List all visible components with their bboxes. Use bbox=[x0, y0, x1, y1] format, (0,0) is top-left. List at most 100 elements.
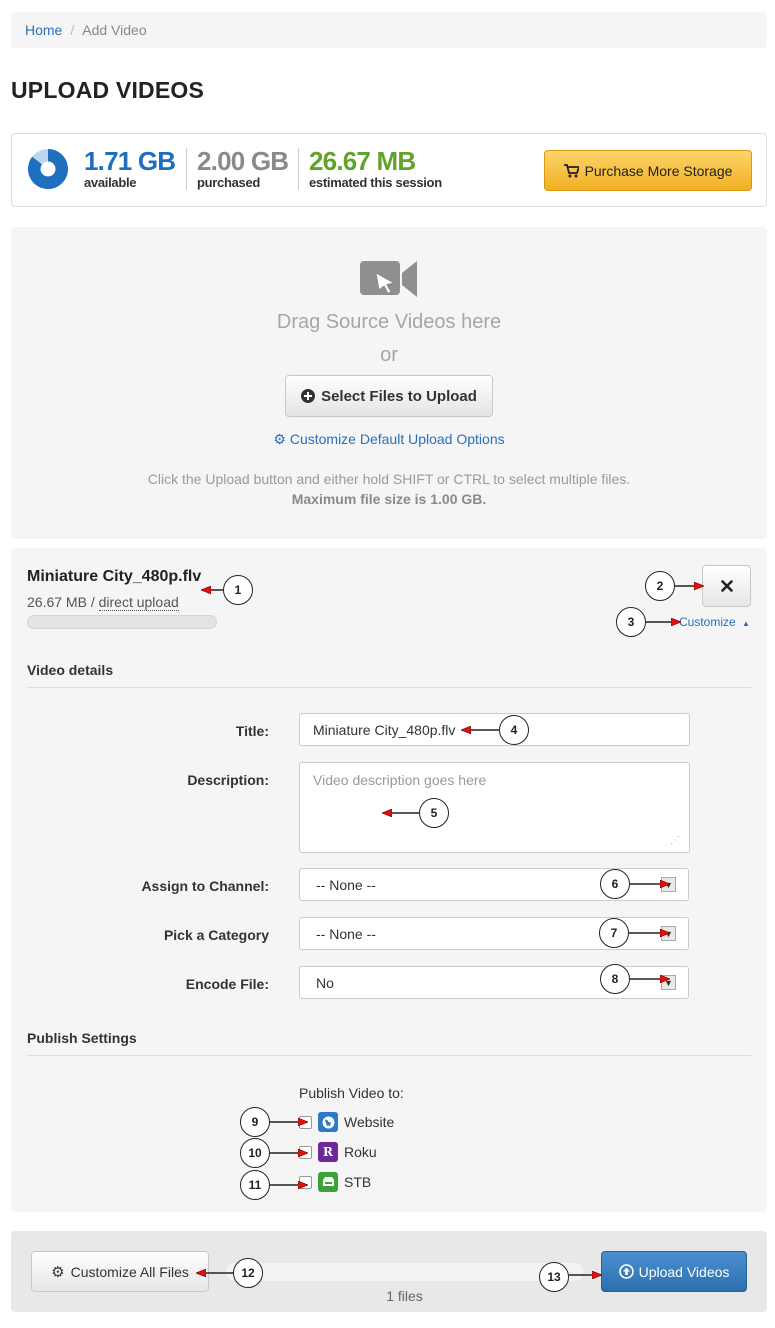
purchased-label: purchased bbox=[197, 175, 261, 190]
callout-2: 2 bbox=[645, 571, 675, 601]
purchase-storage-button[interactable]: Purchase More Storage bbox=[544, 150, 752, 191]
customize-default-options-link[interactable]: ⚙ Customize Default Upload Options bbox=[11, 431, 767, 448]
drag-instructions: Drag Source Videos here bbox=[276, 311, 502, 333]
category-select-value: -- None -- bbox=[316, 925, 376, 942]
upload-actions-bar: ⚙ Customize All Files 1 files Upload Vid… bbox=[11, 1231, 767, 1312]
resize-grip-icon[interactable]: ⋰ bbox=[670, 835, 680, 846]
title-label: Title: bbox=[235, 723, 269, 739]
file-source: direct upload bbox=[98, 594, 179, 611]
breadcrumb-home-link[interactable]: Home bbox=[25, 22, 62, 38]
channel-select[interactable]: -- None -- ▼ bbox=[299, 868, 689, 901]
available-stat: 1.71 GB available bbox=[84, 146, 176, 190]
website-label: Website bbox=[344, 1114, 395, 1130]
breadcrumb: Home / Add Video bbox=[11, 12, 767, 48]
publish-roku-option[interactable]: R Roku bbox=[299, 1142, 377, 1162]
title-input-value: Miniature City_480p.flv bbox=[313, 721, 456, 738]
purchased-stat: 2.00 GB purchased bbox=[197, 146, 289, 190]
purchase-storage-label: Purchase More Storage bbox=[584, 162, 733, 179]
upload-dropzone[interactable]: Drag Source Videos here or Select Files … bbox=[11, 227, 767, 539]
callout-9: 9 bbox=[240, 1107, 270, 1137]
available-value: 1.71 GB bbox=[84, 146, 176, 176]
globe-icon bbox=[318, 1112, 338, 1132]
description-placeholder: Video description goes here bbox=[313, 772, 487, 788]
website-checkbox[interactable] bbox=[299, 1115, 312, 1129]
plus-circle-icon bbox=[301, 389, 316, 403]
file-progress-bar bbox=[27, 615, 217, 629]
storage-summary: 1.71 GB available 2.00 GB purchased 26.6… bbox=[11, 133, 767, 207]
session-label: estimated this session bbox=[309, 175, 442, 190]
category-select[interactable]: -- None -- ▼ bbox=[299, 917, 689, 950]
encode-select-value: No bbox=[316, 974, 334, 991]
stb-checkbox[interactable] bbox=[299, 1175, 312, 1189]
stb-label: STB bbox=[344, 1174, 372, 1190]
section-divider bbox=[27, 687, 751, 688]
callout-3: 3 bbox=[616, 607, 646, 637]
purchased-value: 2.00 GB bbox=[197, 146, 289, 176]
available-label: available bbox=[84, 175, 137, 190]
upload-videos-label: Upload Videos bbox=[638, 1263, 730, 1280]
publish-website-option[interactable]: Website bbox=[299, 1112, 394, 1132]
remove-file-button[interactable] bbox=[702, 565, 751, 607]
roku-icon: R bbox=[318, 1142, 338, 1162]
file-upload-item: Miniature City_480p.flv 26.67 MB / direc… bbox=[11, 548, 767, 1212]
callout-1: 1 bbox=[223, 575, 253, 605]
chevron-down-icon: ▼ bbox=[661, 877, 676, 892]
callout-10: 10 bbox=[240, 1138, 270, 1168]
category-label: Pick a Category bbox=[163, 927, 269, 943]
customize-all-files-label: Customize All Files bbox=[70, 1263, 189, 1280]
gear-icon: ⚙ bbox=[273, 431, 286, 447]
customize-all-files-button[interactable]: ⚙ Customize All Files bbox=[31, 1251, 209, 1292]
breadcrumb-current: Add Video bbox=[82, 22, 147, 38]
close-icon bbox=[720, 580, 733, 592]
upload-videos-button[interactable]: Upload Videos bbox=[601, 1251, 747, 1292]
multi-select-help: Click the Upload button and either hold … bbox=[147, 471, 631, 487]
select-files-label: Select Files to Upload bbox=[321, 387, 477, 405]
file-meta: 26.67 MB / direct upload bbox=[27, 594, 179, 611]
file-size: 26.67 MB bbox=[27, 594, 87, 610]
session-stat: 26.67 MB estimated this session bbox=[309, 146, 442, 189]
chevron-down-icon: ▼ bbox=[661, 926, 676, 941]
callout-4: 4 bbox=[499, 715, 529, 745]
roku-checkbox[interactable] bbox=[299, 1145, 312, 1159]
callout-12: 12 bbox=[233, 1258, 263, 1288]
section-divider bbox=[27, 1055, 751, 1056]
callout-6: 6 bbox=[600, 869, 630, 899]
encode-label: Encode File: bbox=[185, 976, 269, 992]
or-separator: or bbox=[380, 344, 398, 366]
cart-icon bbox=[563, 163, 579, 177]
total-progress-bar bbox=[226, 1263, 583, 1281]
files-count: 1 files bbox=[386, 1288, 423, 1304]
channel-select-value: -- None -- bbox=[316, 876, 376, 893]
page-title: UPLOAD VIDEOS bbox=[11, 77, 205, 103]
description-label: Description: bbox=[187, 772, 269, 788]
chevron-down-icon: ▼ bbox=[661, 975, 676, 990]
publish-to-label: Publish Video to: bbox=[299, 1085, 404, 1101]
max-file-size: Maximum file size is 1.00 GB. bbox=[291, 491, 487, 507]
gear-icon: ⚙ bbox=[51, 1263, 65, 1281]
publish-stb-option[interactable]: STB bbox=[299, 1172, 371, 1192]
callout-7: 7 bbox=[599, 918, 629, 948]
roku-label: Roku bbox=[344, 1144, 377, 1160]
session-value: 26.67 MB bbox=[309, 146, 416, 176]
breadcrumb-separator: / bbox=[70, 22, 75, 38]
customize-file-label: Customize bbox=[679, 615, 736, 629]
caret-up-icon: ▲ bbox=[742, 619, 750, 628]
video-camera-cursor-icon bbox=[360, 261, 417, 297]
set-top-box-icon bbox=[318, 1172, 338, 1192]
callout-13: 13 bbox=[539, 1262, 569, 1292]
stat-divider bbox=[298, 148, 299, 190]
storage-pie-chart bbox=[28, 149, 69, 189]
select-files-button[interactable]: Select Files to Upload bbox=[285, 375, 493, 417]
upload-circle-icon bbox=[618, 1264, 634, 1279]
encode-select[interactable]: No ▼ bbox=[299, 966, 689, 999]
customize-default-options-label: Customize Default Upload Options bbox=[289, 431, 505, 447]
callout-5: 5 bbox=[419, 798, 449, 828]
file-name: Miniature City_480p.flv bbox=[27, 568, 202, 585]
video-details-heading: Video details bbox=[27, 662, 114, 678]
customize-file-link[interactable]: Customize ▲ bbox=[679, 615, 750, 629]
publish-settings-heading: Publish Settings bbox=[27, 1030, 137, 1046]
title-input[interactable]: Miniature City_480p.flv bbox=[299, 713, 690, 746]
callout-11: 11 bbox=[240, 1170, 270, 1200]
description-textarea[interactable]: Video description goes here ⋰ bbox=[299, 762, 690, 853]
stat-divider bbox=[186, 148, 187, 190]
